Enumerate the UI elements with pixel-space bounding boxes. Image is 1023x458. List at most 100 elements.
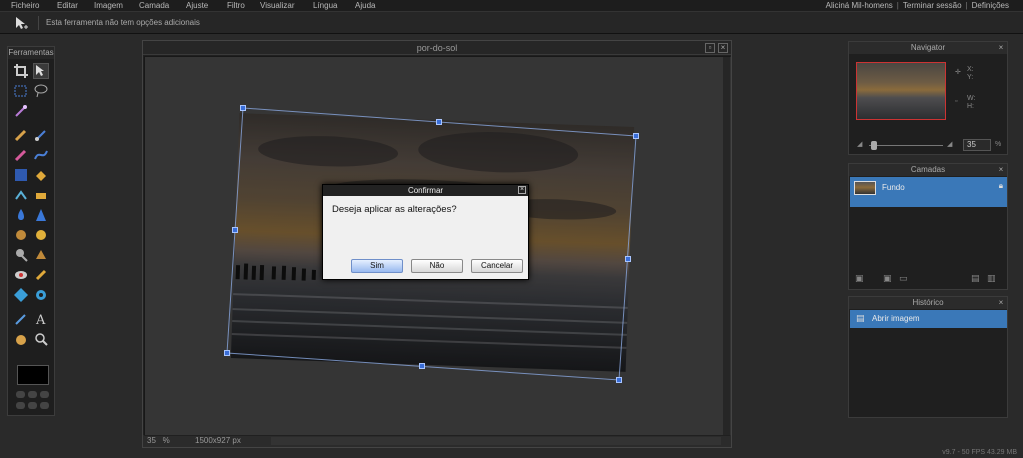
layer-row[interactable]: Fundo 🔒︎	[850, 177, 1007, 207]
menu-visualizar[interactable]: Visualizar	[260, 1, 295, 10]
image-dimensions: 1500x927 px	[195, 436, 241, 445]
footer-status: v9.7 - 50 FPS 43.29 MB	[942, 449, 1017, 456]
w-label: W:	[967, 95, 976, 102]
menu-ajuste[interactable]: Ajuste	[186, 1, 208, 10]
sharpen-tool-icon[interactable]	[33, 207, 49, 223]
swatch-dot[interactable]	[16, 402, 25, 409]
lasso-tool-icon[interactable]	[33, 83, 49, 99]
pinch-tool-icon[interactable]	[33, 287, 49, 303]
swatch-dot[interactable]	[40, 391, 49, 398]
drawing-tool-icon[interactable]	[33, 147, 49, 163]
color-picker-tool-icon[interactable]	[13, 311, 29, 327]
crop-tool-icon[interactable]	[13, 63, 29, 79]
layers-title: Camadas	[910, 165, 946, 174]
history-header: Histórico ×	[849, 297, 1007, 309]
x-label: X:	[967, 66, 974, 73]
hand-tool-icon[interactable]	[13, 331, 29, 347]
transform-handle[interactable]	[625, 256, 631, 262]
menu-ajuda[interactable]: Ajuda	[355, 1, 375, 10]
transform-handle[interactable]	[419, 363, 425, 369]
clone-stamp-tool-icon[interactable]	[13, 187, 29, 203]
zoom-in-icon[interactable]: ◢	[947, 140, 952, 148]
zoom-out-icon[interactable]: ◢	[857, 140, 862, 148]
menu-editar[interactable]: Editar	[57, 1, 78, 10]
dodge-tool-icon[interactable]	[13, 247, 29, 263]
navigator-thumbnail[interactable]	[856, 62, 946, 120]
options-divider	[38, 16, 39, 30]
blur-tool-icon[interactable]	[13, 207, 29, 223]
navigator-zoom-input[interactable]: 35	[963, 139, 991, 151]
tools-panel-title: Ferramentas	[8, 47, 54, 59]
layer-props-icon[interactable]: ▣	[855, 273, 864, 284]
swatch-dot[interactable]	[28, 391, 37, 398]
logout-link[interactable]: Terminar sessão	[903, 1, 962, 10]
history-close-icon[interactable]: ×	[997, 299, 1005, 307]
layer-thumbnail	[854, 181, 876, 195]
swatch-dot[interactable]	[28, 402, 37, 409]
history-panel: Histórico × ▤ Abrir imagem	[848, 296, 1008, 418]
zoom-slider-knob[interactable]	[871, 141, 877, 150]
zoom-tool-icon[interactable]	[33, 331, 49, 347]
burn-tool-icon[interactable]	[33, 247, 49, 263]
color-swatch[interactable]	[17, 365, 49, 385]
layers-header: Camadas ×	[849, 164, 1007, 176]
history-item[interactable]: ▤ Abrir imagem	[850, 310, 1007, 328]
close-icon[interactable]: ×	[718, 43, 728, 53]
transform-handle[interactable]	[224, 350, 230, 356]
gradient-tool-icon[interactable]	[13, 167, 29, 183]
horizontal-scrollbar[interactable]	[271, 437, 721, 445]
dialog-close-icon[interactable]: ×	[518, 186, 526, 194]
move-tool-icon[interactable]	[33, 63, 49, 79]
layers-toolbar: ▣ ▣ ▭ ▤ ▥	[855, 273, 1001, 283]
pencil-tool-icon[interactable]	[13, 127, 29, 143]
zoom-field[interactable]: 35 %	[147, 436, 175, 446]
menu-ficheiro[interactable]: Ficheiro	[11, 1, 39, 10]
menu-bar: Ficheiro Editar Imagem Camada Ajuste Fil…	[0, 0, 1023, 12]
layer-folder-icon[interactable]: ▭	[899, 273, 908, 284]
bloat-tool-icon[interactable]	[13, 287, 29, 303]
spot-heal-tool-icon[interactable]	[33, 267, 49, 283]
cancel-button[interactable]: Cancelar	[471, 259, 523, 273]
red-eye-tool-icon[interactable]	[13, 267, 29, 283]
transform-handle[interactable]	[633, 133, 639, 139]
new-layer-icon[interactable]: ▤	[971, 273, 980, 284]
menu-lingua[interactable]: Língua	[313, 1, 337, 10]
transform-handle[interactable]	[240, 105, 246, 111]
type-tool-icon[interactable]: A	[33, 311, 49, 328]
transform-handle[interactable]	[436, 119, 442, 125]
svg-text:A: A	[35, 313, 46, 327]
zoom-slider[interactable]	[869, 145, 943, 146]
transform-handle[interactable]	[232, 227, 238, 233]
transform-handle[interactable]	[616, 377, 622, 383]
fill-bucket-tool-icon[interactable]	[33, 167, 49, 183]
layers-close-icon[interactable]: ×	[997, 166, 1005, 174]
swatch-controls	[16, 391, 50, 411]
navigator-close-icon[interactable]: ×	[997, 44, 1005, 52]
y-label: Y:	[967, 74, 974, 81]
vertical-scrollbar[interactable]	[723, 57, 731, 435]
smudge-tool-icon[interactable]	[13, 227, 29, 243]
menu-imagem[interactable]: Imagem	[94, 1, 123, 10]
settings-link[interactable]: Definições	[972, 1, 1009, 10]
zoom-unit: %	[995, 141, 1002, 148]
layer-mask-icon[interactable]: ▣	[883, 273, 892, 284]
swatch-dot[interactable]	[40, 402, 49, 409]
user-name-link[interactable]: Aliciná Mil-homens	[826, 1, 893, 10]
yes-button[interactable]: Sim	[351, 259, 403, 273]
delete-layer-icon[interactable]: ▥	[987, 273, 996, 284]
dialog-title: Confirmar	[407, 186, 444, 195]
dialog-message: Deseja aplicar as alterações?	[332, 204, 457, 215]
eraser-tool-icon[interactable]	[33, 187, 49, 203]
no-button[interactable]: Não	[411, 259, 463, 273]
brush-tool-icon[interactable]	[33, 127, 49, 143]
menu-filtro[interactable]: Filtro	[227, 1, 245, 10]
swatch-dot[interactable]	[16, 391, 25, 398]
lock-icon[interactable]: 🔒︎	[999, 181, 1003, 191]
marquee-tool-icon[interactable]	[13, 83, 29, 99]
menu-camada[interactable]: Camada	[139, 1, 169, 10]
maximize-icon[interactable]: ▫	[705, 43, 715, 53]
color-replace-tool-icon[interactable]	[13, 147, 29, 163]
sponge-tool-icon[interactable]	[33, 227, 49, 243]
magic-wand-tool-icon[interactable]	[13, 103, 29, 119]
document-statusbar: 35 % 1500x927 px	[143, 435, 731, 447]
